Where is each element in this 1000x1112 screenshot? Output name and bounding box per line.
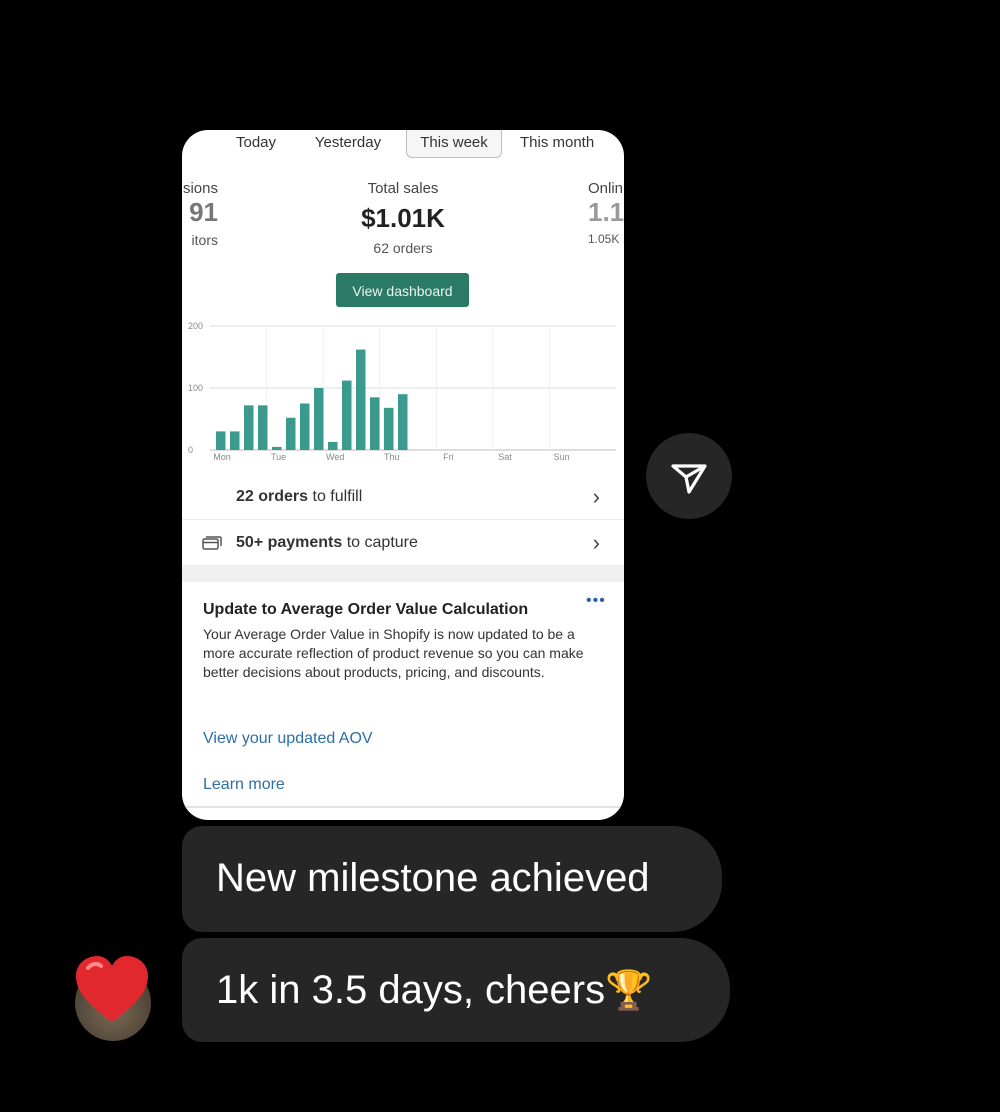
payments-text: 50+ payments to capture xyxy=(236,534,418,552)
y-tick-label: 100 xyxy=(188,383,203,393)
message-text: 1k in 3.5 days, cheers xyxy=(216,968,606,1012)
date-range-tabs: Today Yesterday This week This month xyxy=(182,130,624,160)
payments-count-bold: 50+ payments xyxy=(236,534,343,551)
x-tick-label: Thu xyxy=(384,452,400,460)
orders-count-bold: 22 orders xyxy=(236,488,309,505)
x-tick-label: Sat xyxy=(498,452,512,460)
chart-bar xyxy=(286,417,296,450)
sessions-metric: sions 91 itors xyxy=(183,180,218,248)
x-tick-label: Sun xyxy=(554,452,570,460)
chevron-right-icon: › xyxy=(592,530,600,555)
orders-to-fulfill-text: 22 orders to fulfill xyxy=(236,488,362,506)
y-tick-label: 200 xyxy=(188,321,203,331)
total-sales-value: $1.01K xyxy=(361,203,445,233)
shared-screenshot-card[interactable]: Today Yesterday This week This month sio… xyxy=(182,130,624,820)
tab-this-month[interactable]: This month xyxy=(520,130,624,158)
chart-bar xyxy=(370,397,380,450)
online-store-metric: Onlin 1.1 1.05K xyxy=(588,180,624,246)
x-tick-label: Mon xyxy=(213,452,231,460)
chart-bar xyxy=(384,407,394,450)
chart-bar xyxy=(230,431,240,450)
chart-bar xyxy=(216,431,226,450)
chart-bar xyxy=(356,349,366,450)
aov-update-body: Your Average Order Value in Shopify is n… xyxy=(203,626,584,680)
chart-bar xyxy=(258,405,268,450)
y-tick-label: 0 xyxy=(188,445,193,455)
chart-bar xyxy=(314,388,324,450)
tab-today[interactable]: Today xyxy=(226,130,286,158)
orders-to-fulfill-row[interactable]: 22 orders to fulfill › xyxy=(182,476,624,520)
learn-more-link[interactable]: Learn more xyxy=(203,776,285,794)
x-tick-label: Wed xyxy=(326,452,344,460)
fulfill-label: to fulfill xyxy=(308,488,363,505)
total-sales-metric: Total sales $1.01K 62 orders xyxy=(332,180,474,256)
chart-bar xyxy=(300,403,310,450)
trophy-icon: 🏆 xyxy=(605,970,653,1012)
tab-this-week[interactable]: This week xyxy=(406,130,502,158)
paper-plane-icon xyxy=(671,464,707,494)
view-updated-aov-link[interactable]: View your updated AOV xyxy=(203,730,373,748)
online-sub: 1.05K xyxy=(588,232,620,246)
credit-card-icon xyxy=(202,536,222,550)
sessions-sub: itors xyxy=(191,232,218,248)
chart-bar xyxy=(342,380,352,450)
message-bubble[interactable]: New milestone achieved xyxy=(182,826,722,932)
chart-bar xyxy=(328,441,338,450)
chart-bar xyxy=(398,394,408,450)
chart-bar xyxy=(244,405,254,450)
sessions-label: sions xyxy=(182,180,218,197)
sales-bar-chart: 200 100 0 Mon Tue Wed Thu Fri Sat Sun xyxy=(188,321,616,460)
tab-yesterday[interactable]: Yesterday xyxy=(302,130,394,158)
chart-bar xyxy=(272,446,282,450)
aov-update-title: Update to Average Order Value Calculatio… xyxy=(203,601,529,618)
view-dashboard-button[interactable]: View dashboard xyxy=(336,273,469,307)
message-bubble[interactable]: 1k in 3.5 days, cheers🏆 xyxy=(182,938,730,1042)
total-sales-label: Total sales xyxy=(367,180,439,197)
online-value: 1.1 xyxy=(588,197,624,227)
online-label: Onlin xyxy=(588,180,624,197)
more-options-icon[interactable]: ••• xyxy=(586,592,606,610)
section-divider xyxy=(182,566,624,582)
card-bottom-divider xyxy=(182,806,624,808)
orders-count: 62 orders xyxy=(373,240,433,256)
message-text: New milestone achieved xyxy=(216,856,650,900)
chevron-right-icon: › xyxy=(592,484,600,509)
share-button[interactable] xyxy=(646,433,732,519)
payments-to-capture-row[interactable]: 50+ payments to capture › xyxy=(182,522,624,566)
x-tick-label: Tue xyxy=(271,452,286,460)
capture-label: to capture xyxy=(342,534,418,551)
sessions-value: 91 xyxy=(189,197,218,227)
heart-reaction-icon[interactable] xyxy=(70,952,154,1028)
x-tick-label: Fri xyxy=(443,452,454,460)
